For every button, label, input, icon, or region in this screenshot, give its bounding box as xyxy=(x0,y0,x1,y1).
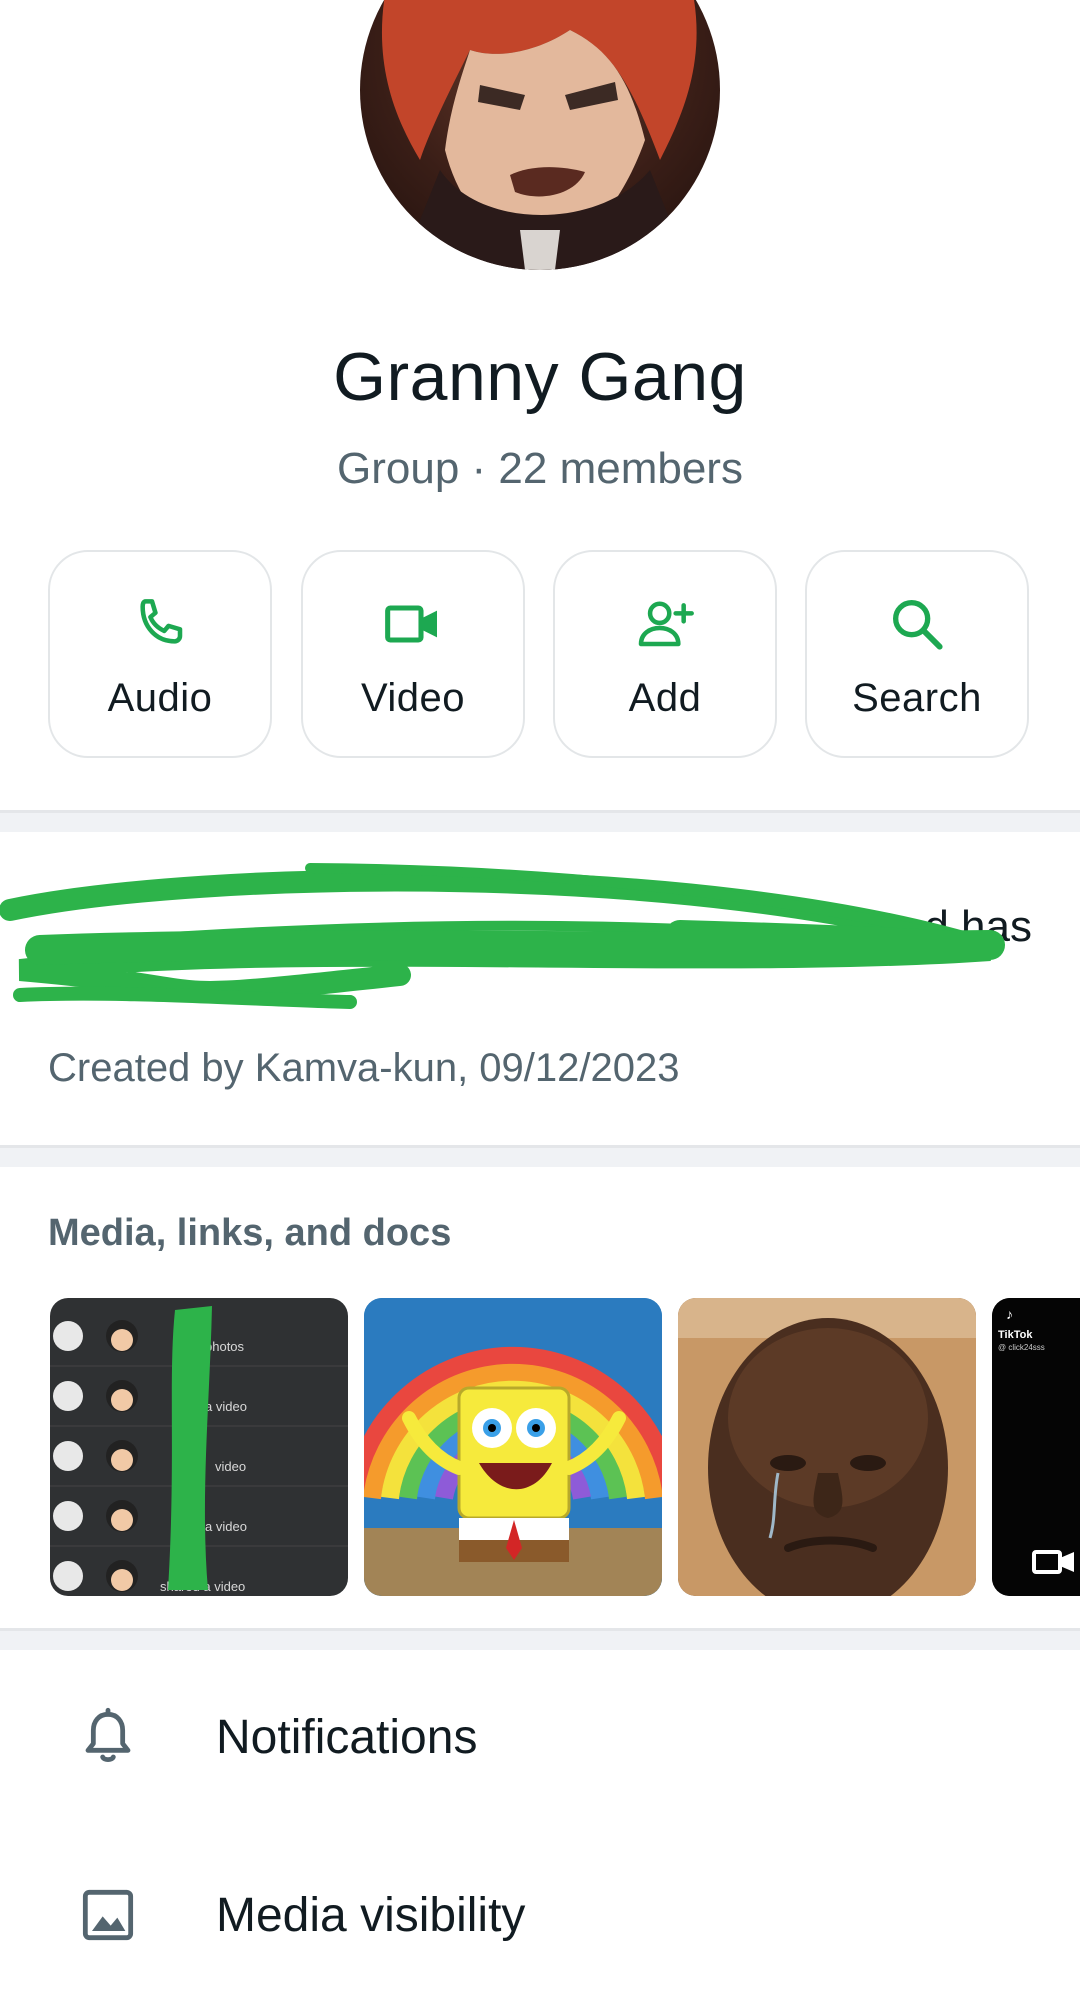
add-person-icon xyxy=(638,601,694,647)
audio-call-button[interactable]: Audio xyxy=(48,550,272,758)
thumb-row-text: photos xyxy=(205,1339,245,1354)
tiktok-note-icon: ♪ xyxy=(1006,1306,1013,1322)
search-button[interactable]: Search xyxy=(805,550,1029,758)
phone-icon xyxy=(140,599,183,644)
media-thumbnail[interactable]: photos a video video a video video xyxy=(50,1298,348,1596)
add-participant-button[interactable]: Add xyxy=(553,550,777,758)
media-thumbnail[interactable] xyxy=(678,1298,976,1596)
search-label: Search xyxy=(852,676,982,720)
spongebob-rainbow-image xyxy=(364,1298,662,1596)
action-buttons: Audio Video Add Search xyxy=(48,550,1032,762)
group-subtitle[interactable]: Group · 22 members xyxy=(0,444,1080,494)
audio-call-label: Audio xyxy=(107,676,213,720)
add-participant-label: Add xyxy=(628,676,702,720)
group-description[interactable]: d has xyxy=(48,898,1032,1014)
thumb-row-text: a video xyxy=(205,1519,247,1534)
section-divider xyxy=(0,810,1080,832)
description-text: d has xyxy=(924,902,1032,951)
bell-icon xyxy=(85,1707,131,1762)
group-name: Granny Gang xyxy=(333,339,747,415)
thumb-row-text: a video xyxy=(205,1399,247,1414)
notifications-setting[interactable]: Notifications xyxy=(0,1662,1080,1812)
media-visibility-label: Media visibility xyxy=(216,1889,526,1942)
tiktok-brand-text: TikTok xyxy=(998,1329,1033,1341)
group-avatar[interactable] xyxy=(360,0,720,270)
section-divider xyxy=(0,1145,1080,1167)
created-by-text: Created by Kamva-kun, 09/12/2023 xyxy=(48,1046,680,1090)
thumb-row-text: video xyxy=(215,1459,246,1474)
video-call-label: Video xyxy=(360,676,466,720)
image-icon xyxy=(82,1889,134,1941)
media-thumbnail[interactable] xyxy=(364,1298,662,1596)
media-section-title[interactable]: Media, links, and docs xyxy=(48,1212,451,1255)
avatar-image xyxy=(381,0,697,270)
video-call-button[interactable]: Video xyxy=(301,550,525,758)
tiktok-video-image: ♪ TikTok @ click24sss xyxy=(992,1298,1080,1596)
crying-man-image xyxy=(678,1298,976,1596)
media-thumbnail[interactable]: ♪ TikTok @ click24sss xyxy=(992,1298,1080,1596)
chat-list-screenshot: photos a video video a video video xyxy=(50,1306,348,1594)
notifications-label: Notifications xyxy=(216,1711,478,1764)
tiktok-handle-text: @ click24sss xyxy=(998,1343,1045,1352)
video-camera-icon xyxy=(385,605,437,643)
section-divider xyxy=(0,1628,1080,1650)
media-visibility-setting[interactable]: Media visibility xyxy=(0,1840,1080,1990)
search-icon xyxy=(893,600,943,650)
